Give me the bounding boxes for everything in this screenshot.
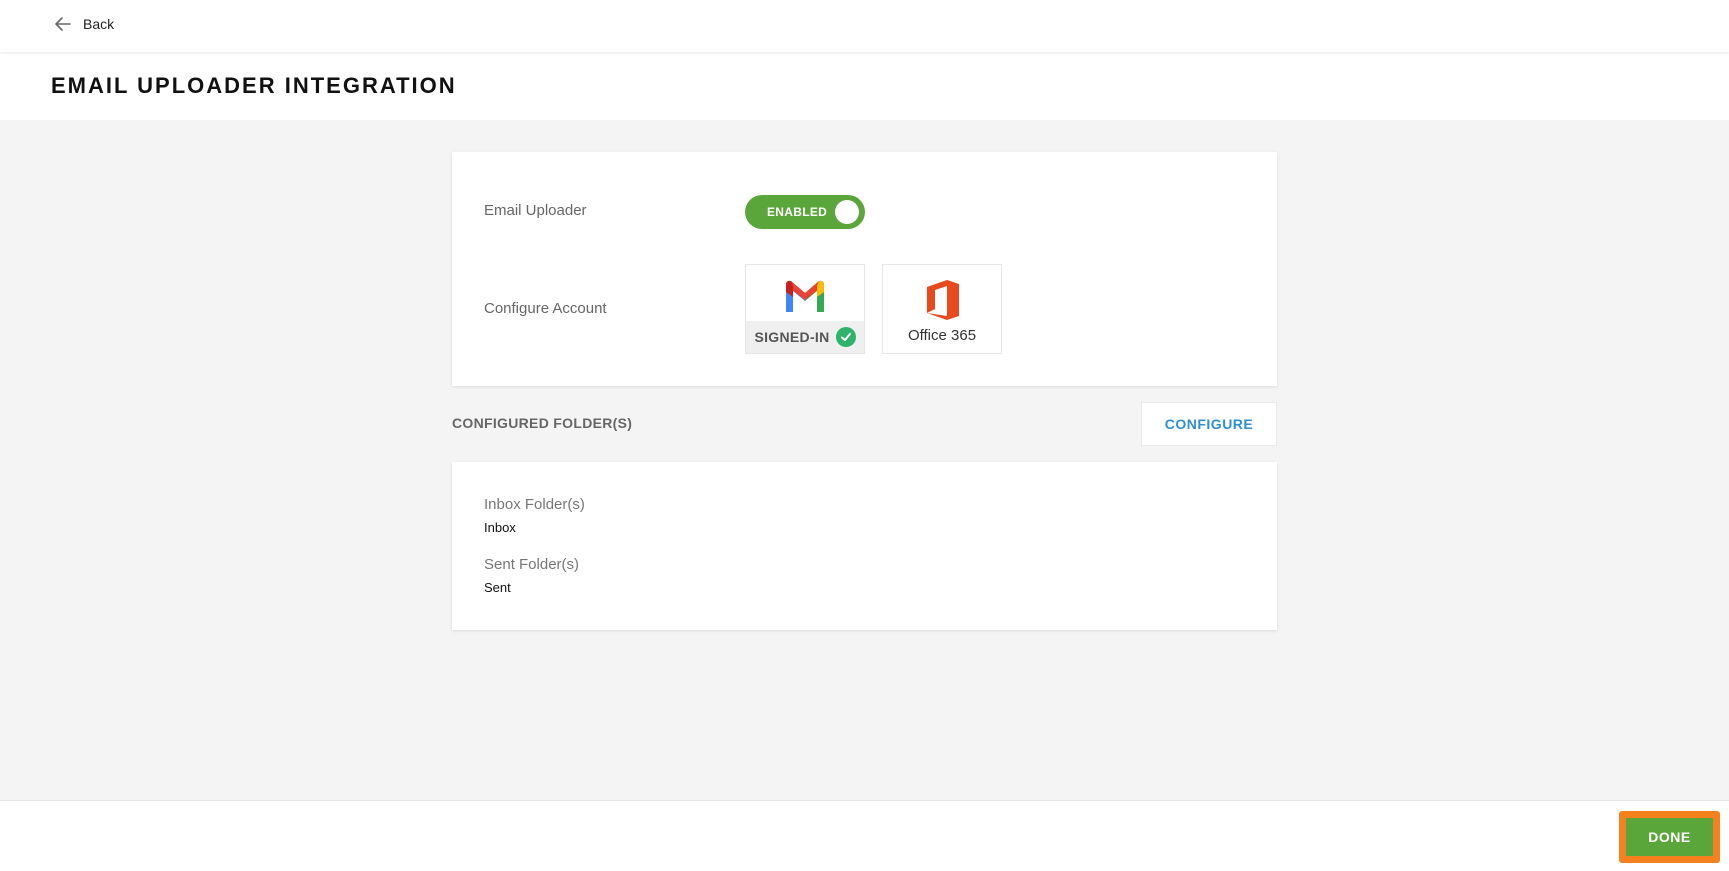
done-button[interactable]: DONE: [1626, 818, 1713, 856]
back-link[interactable]: Back: [53, 12, 114, 36]
toggle-knob: [835, 200, 859, 224]
email-uploader-label: Email Uploader: [484, 202, 587, 219]
done-button-highlight: DONE: [1619, 811, 1720, 863]
signed-in-label: SIGNED-IN: [754, 329, 830, 345]
page-title: EMAIL UPLOADER INTEGRATION: [51, 73, 457, 98]
arrow-left-icon: [55, 17, 71, 31]
office-365-label: Office 365: [907, 327, 977, 344]
account-card: Email Uploader ENABLED Configure Account…: [452, 152, 1277, 386]
title-bar: EMAIL UPLOADER INTEGRATION: [0, 52, 1729, 120]
configure-button[interactable]: CONFIGURE: [1141, 402, 1277, 446]
configured-folders-heading: CONFIGURED FOLDER(S): [452, 415, 633, 431]
toggle-state-label: ENABLED: [767, 205, 828, 219]
email-uploader-toggle[interactable]: ENABLED: [745, 195, 865, 229]
top-bar: Back: [0, 0, 1729, 52]
back-label: Back: [83, 16, 115, 32]
gmail-signed-in-status: SIGNED-IN: [746, 321, 864, 353]
configure-account-label: Configure Account: [484, 300, 607, 317]
sent-folder-value: Sent: [484, 580, 511, 595]
check-circle-icon: [835, 327, 856, 347]
footer-bar: [0, 800, 1729, 871]
sent-folder-label: Sent Folder(s): [484, 556, 580, 573]
folders-card: Inbox Folder(s) Inbox Sent Folder(s) Sen…: [452, 462, 1277, 630]
office-365-icon: [927, 280, 959, 320]
inbox-folder-label: Inbox Folder(s): [484, 496, 585, 513]
gmail-provider-card[interactable]: SIGNED-IN: [745, 264, 865, 354]
office-365-provider-card[interactable]: Office 365: [882, 264, 1002, 354]
inbox-folder-value: Inbox: [484, 520, 516, 535]
gmail-icon: [786, 280, 824, 312]
